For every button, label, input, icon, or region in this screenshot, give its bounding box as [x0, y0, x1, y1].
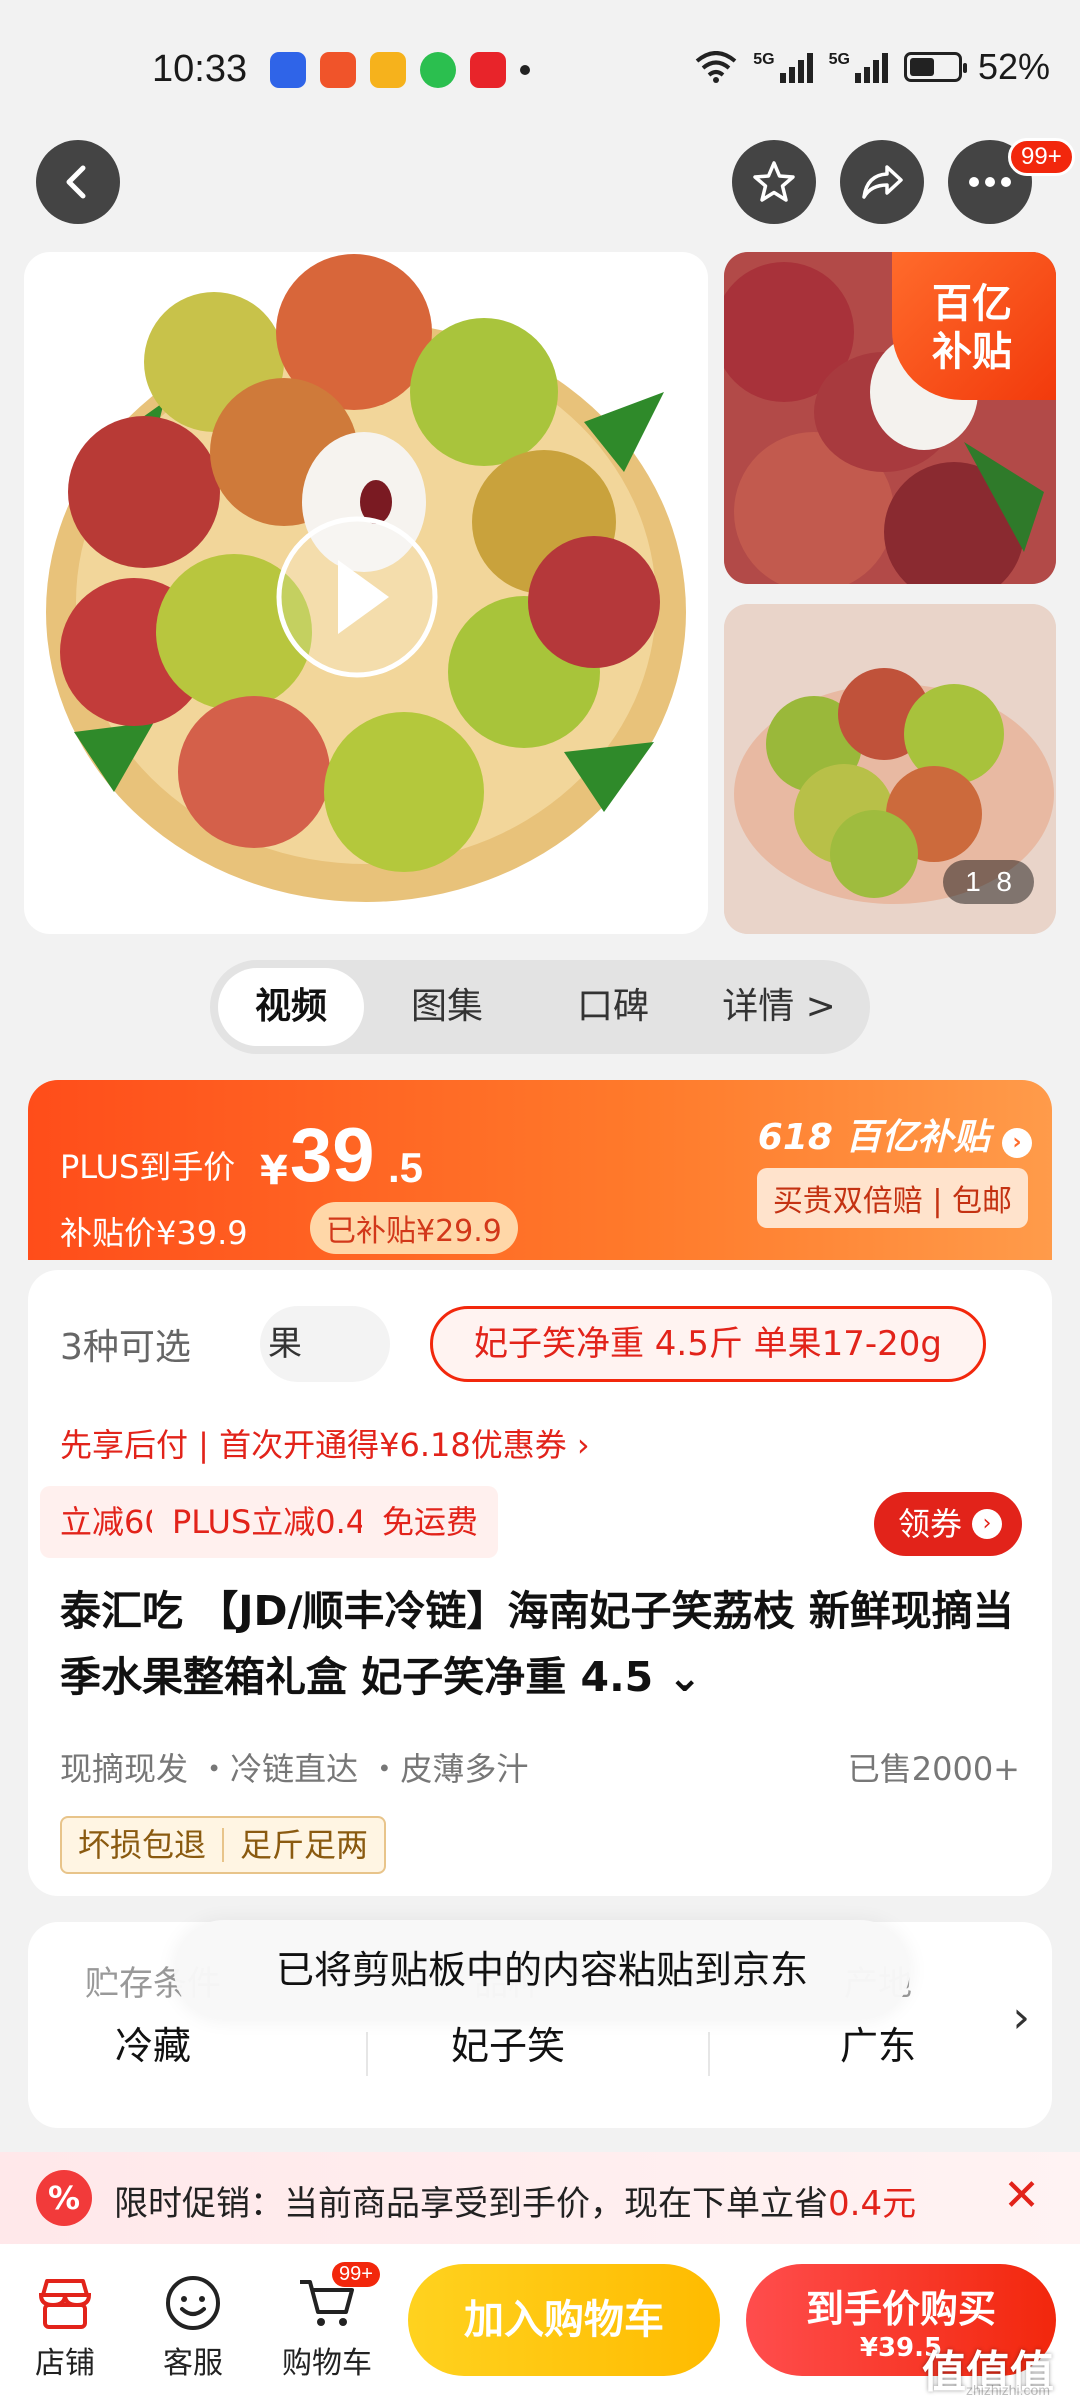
- main-product-video[interactable]: [24, 252, 708, 934]
- weibo-app-icon: [370, 52, 406, 88]
- gallery-thumbnail-2[interactable]: 1 8: [724, 604, 1056, 934]
- subsidy-price: 补贴价¥39.9: [60, 1214, 248, 1252]
- cart-button[interactable]: 99+ 购物车: [272, 2262, 382, 2382]
- share-button[interactable]: [840, 140, 924, 224]
- network-type-2: 5G: [828, 51, 850, 68]
- share-icon: [862, 165, 903, 199]
- signal-icon-1: 5G: [753, 51, 813, 83]
- service-tag-return: 坏损包退: [78, 1826, 207, 1864]
- chevron-right-icon: ›: [1012, 1992, 1030, 2043]
- favorite-button[interactable]: [732, 140, 816, 224]
- lychee-bowl-image: [46, 254, 686, 902]
- status-right: 5G 5G 52%: [695, 46, 1050, 88]
- spec-count-label[interactable]: 3种可选: [60, 1318, 191, 1370]
- service-tags[interactable]: 坏损包退 足斤足两: [60, 1816, 387, 1874]
- subsidy-amount-tag: 已补贴¥29.9: [310, 1202, 518, 1254]
- site-watermark-url: zhizhizhi.com: [965, 2382, 1050, 2398]
- add-to-cart-button[interactable]: 加入购物车: [408, 2264, 720, 2376]
- promo-text-highlight: 0.4元: [828, 2184, 917, 2224]
- shop-label: 店铺: [35, 2346, 95, 2381]
- chat-smile-icon: [166, 2276, 220, 2330]
- promo-text: 限时促销：当前商品享受到手价，现在下单立省0.4元: [114, 2176, 916, 2225]
- attribute-divider: [708, 2032, 710, 2076]
- cart-badge: 99+: [332, 2262, 380, 2287]
- star-icon: [753, 161, 795, 202]
- gallery-counter-total: 8: [996, 866, 1012, 897]
- spec-option-1[interactable]: 果22g+: [260, 1306, 390, 1382]
- percent-icon: %: [36, 2170, 92, 2226]
- tab-details[interactable]: 详情 >: [696, 968, 862, 1046]
- buy-now-label: 到手价购买: [805, 2287, 996, 2331]
- status-time: 10:33: [152, 48, 248, 90]
- media-tabs: 视频 图集 口碑 详情 >: [210, 960, 870, 1054]
- signal-icon-2: 5G: [829, 51, 888, 83]
- tab-video[interactable]: 视频: [218, 968, 364, 1046]
- attribute-value: 妃子笑: [450, 2024, 565, 2068]
- baidu-app-icon: [270, 52, 306, 88]
- subsidy-badge-line2: 补贴: [932, 329, 1012, 375]
- attribute-value: 冷藏: [114, 2024, 191, 2068]
- back-button[interactable]: [36, 140, 120, 224]
- spec-option-selected[interactable]: 妃子笑净重 4.5斤 单果17-20g: [430, 1306, 986, 1382]
- price-integer: 39: [290, 1113, 375, 1198]
- clipboard-toast: 已将剪贴板中的内容粘贴到京东: [174, 1920, 910, 2020]
- get-coupon-label: 领券: [897, 1505, 962, 1543]
- chevron-right-icon: ›: [1002, 1128, 1032, 1158]
- coupon-free-shipping[interactable]: 免运费: [362, 1486, 499, 1558]
- red-app-icon: [470, 52, 506, 88]
- back-arrow-icon: [66, 165, 86, 199]
- product-features: 现摘现发 ・冷链直达 ・皮薄多汁: [60, 1750, 529, 1788]
- bottom-action-bar: 店铺 客服 99+ 购物车 加入购物车 到手价购买 ¥39.5: [0, 2244, 1080, 2400]
- tab-gallery[interactable]: 图集: [364, 968, 530, 1046]
- service-label: 客服: [163, 2346, 223, 2381]
- service-tag-weight: 足斤足两: [240, 1826, 369, 1864]
- status-bar: 10:33 5G 5G 52%: [0, 0, 1080, 140]
- battery-icon: [903, 52, 967, 82]
- subsidy-corner-badge: 百亿 补贴: [892, 252, 1056, 400]
- cart-label: 购物车: [282, 2346, 372, 2381]
- battery-level: [909, 58, 934, 76]
- gallery-thumbnail-1[interactable]: 百亿 补贴: [724, 252, 1056, 584]
- tab-reviews[interactable]: 口碑: [530, 968, 696, 1046]
- status-app-icons: [270, 52, 530, 88]
- more-badge: 99+: [1008, 138, 1075, 176]
- get-coupon-button[interactable]: 领券 ›: [873, 1492, 1022, 1556]
- shop-button[interactable]: 店铺: [10, 2268, 120, 2382]
- more-notifications-dot: [520, 65, 530, 75]
- close-icon[interactable]: ✕: [1003, 2170, 1040, 2221]
- customer-service-button[interactable]: 客服: [138, 2268, 248, 2382]
- plus-price-label: PLUS到手价: [60, 1148, 236, 1186]
- more-dots-icon: [969, 177, 1011, 187]
- store-icon: [38, 2279, 92, 2329]
- chevron-right-icon: ›: [972, 1509, 1002, 1539]
- limited-promo-bar[interactable]: % 限时促销：当前商品享受到手价，现在下单立省0.4元 ✕: [0, 2152, 1080, 2244]
- product-info-card: 3种可选 果22g+ 妃子笑净重 4.5斤 单果17-20g 先享后付 | 首次…: [28, 1270, 1052, 1896]
- price-decimal: .5: [388, 1144, 424, 1191]
- sold-count: 已售2000+: [847, 1750, 1020, 1788]
- promo-618-text: 618 百亿补贴: [757, 1117, 990, 1158]
- wifi-icon: [695, 51, 737, 83]
- price-banner: PLUS到手价 ¥ 39 .5 补贴价¥39.9 已补贴¥29.9 618 百亿…: [28, 1080, 1052, 1260]
- price-currency: ¥: [260, 1148, 288, 1194]
- pay-later-link[interactable]: 先享后付 | 首次开通得¥6.18优惠券 ›: [60, 1420, 590, 1466]
- gallery-counter-current: 1: [965, 866, 981, 897]
- gallery-counter: 1 8: [943, 860, 1034, 904]
- promo-618-link[interactable]: 618 百亿补贴 ›: [758, 1108, 1032, 1160]
- promo-text-prefix: 限时促销：当前商品享受到手价，现在下单立省: [114, 2184, 828, 2224]
- attribute-value: 广东: [839, 2024, 916, 2068]
- guarantee-badge: 买贵双倍赔 | 包邮: [756, 1168, 1028, 1228]
- battery-percent: 52%: [977, 46, 1050, 87]
- green-app-icon: [420, 52, 456, 88]
- product-title[interactable]: 泰汇吃 【JD/顺丰冷链】海南妃子笑荔枝 新鲜现摘当季水果整箱礼盒 妃子笑净重 …: [60, 1578, 1020, 1710]
- network-type-1: 5G: [753, 51, 775, 68]
- subsidy-badge-line1: 百亿: [932, 281, 1012, 327]
- slow-app-icon: [320, 52, 356, 88]
- attribute-divider: [366, 2032, 368, 2076]
